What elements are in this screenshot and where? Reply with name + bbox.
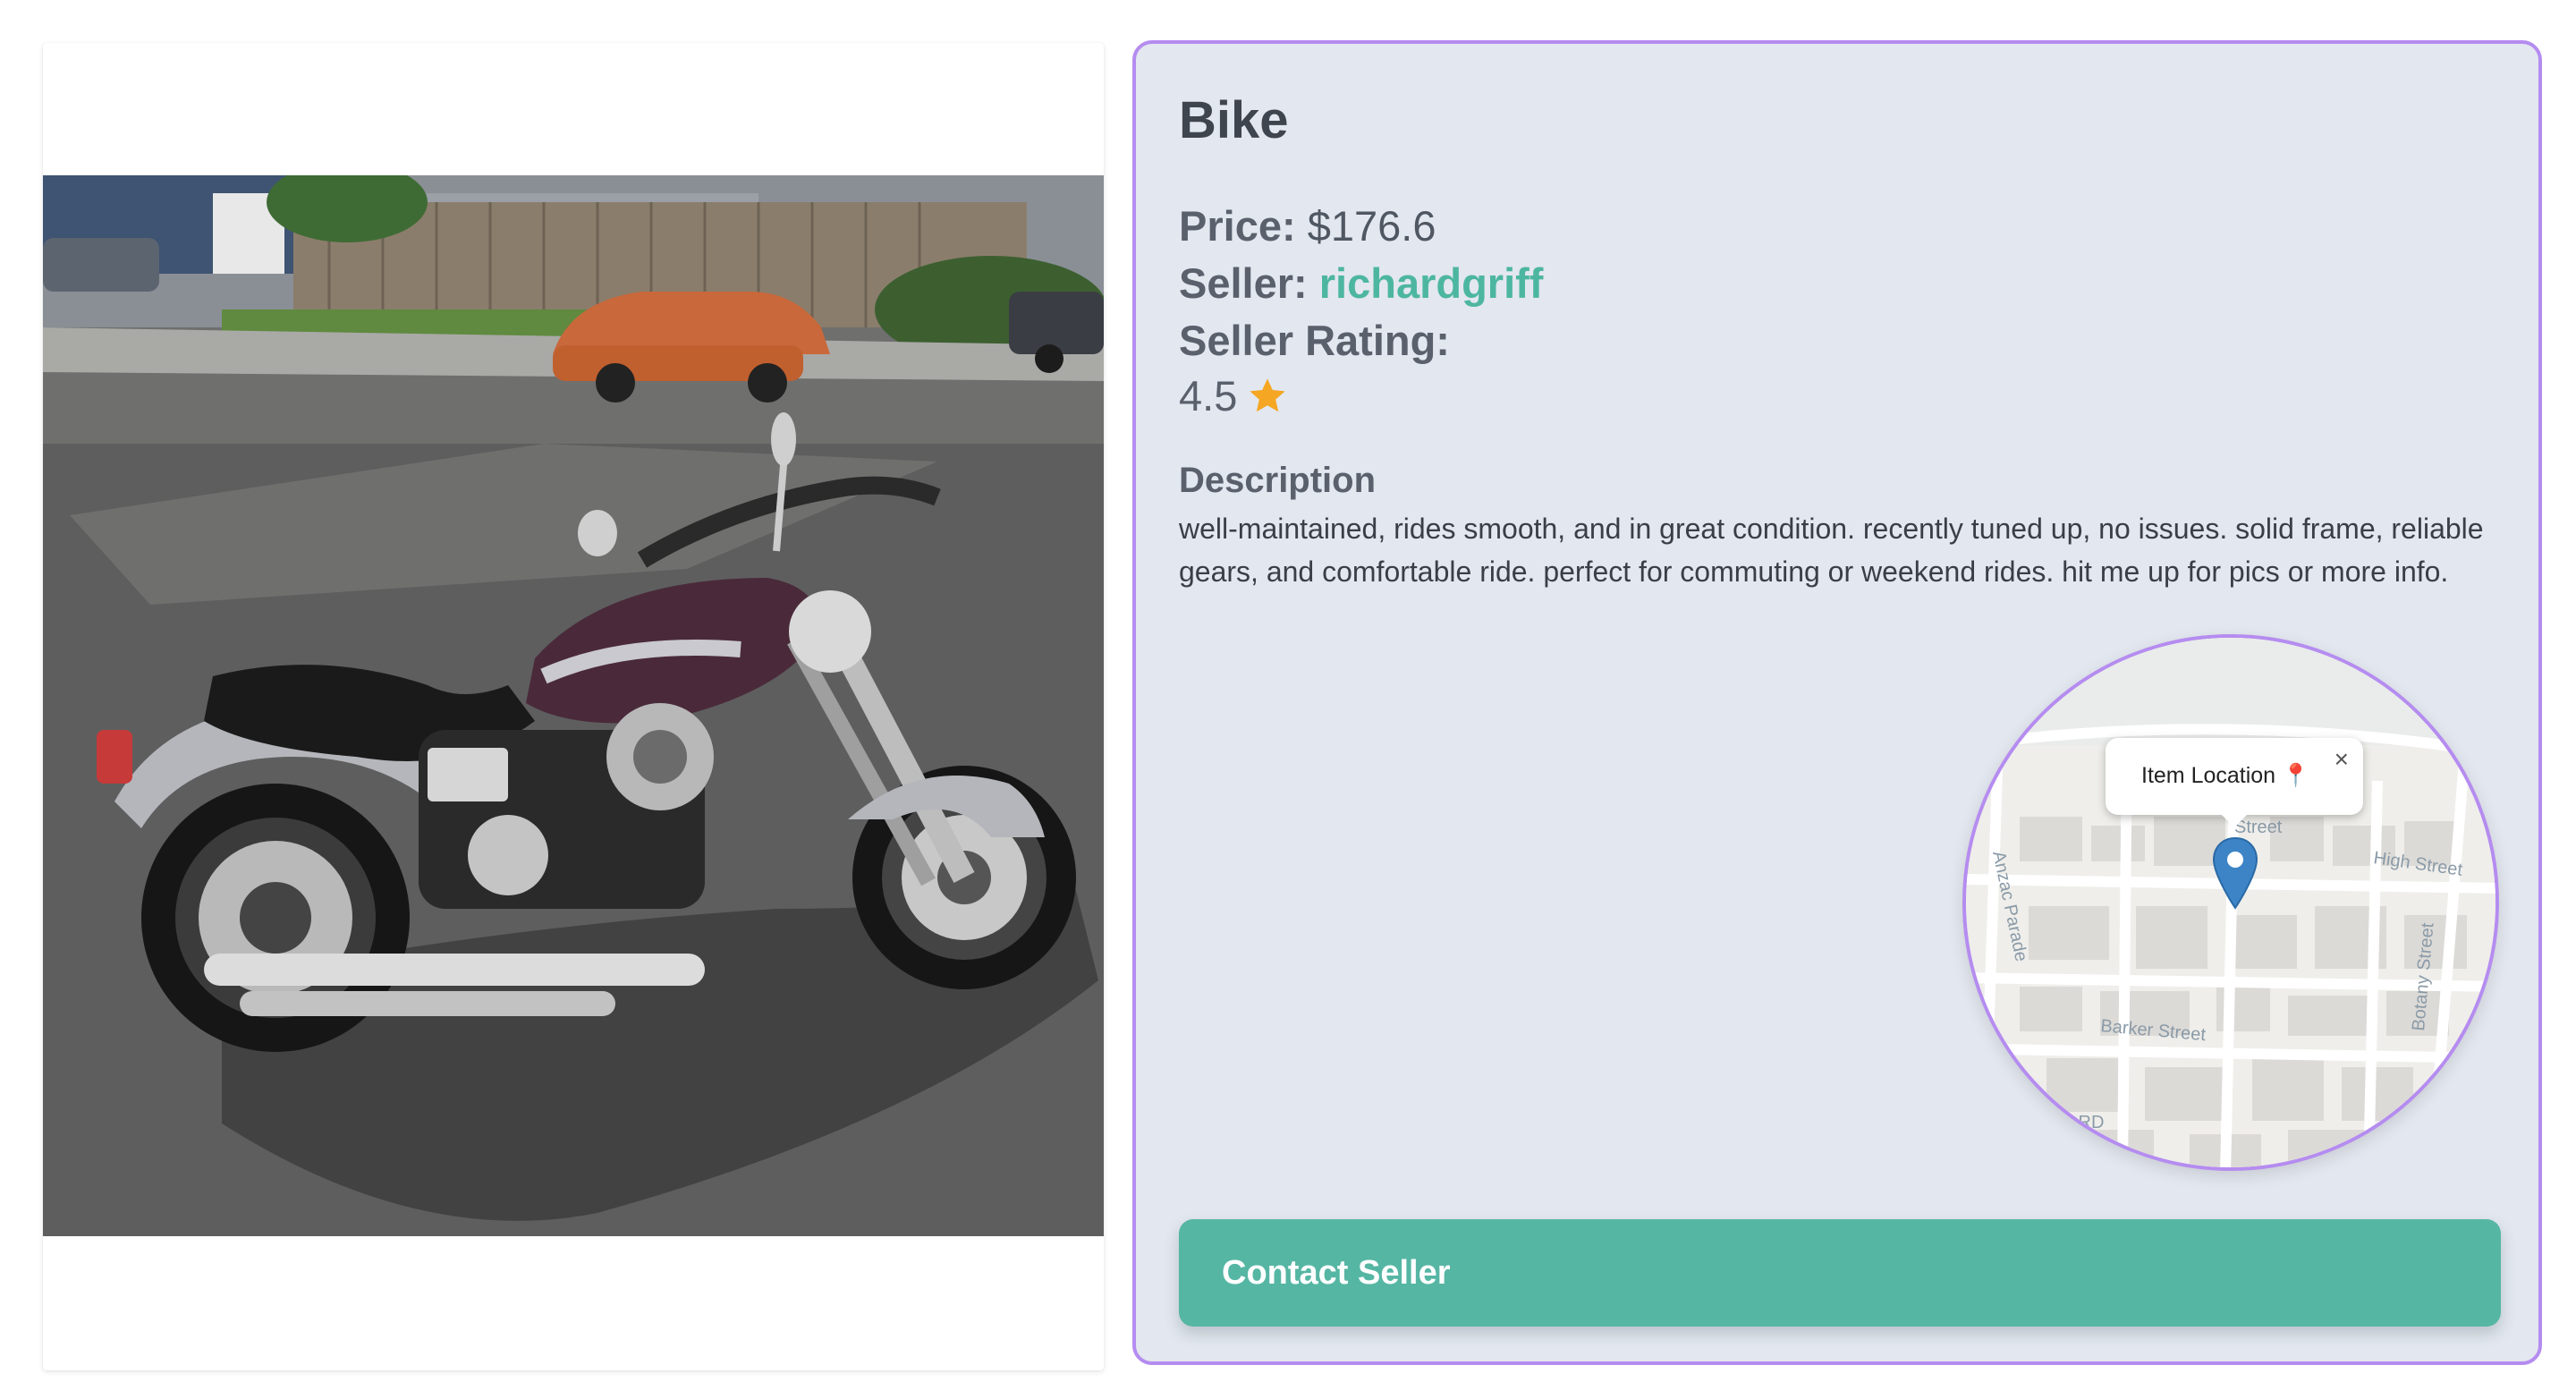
product-photo: [43, 175, 1104, 1236]
star-icon: [1246, 375, 1289, 418]
seller-name-link[interactable]: richardgriff: [1319, 259, 1544, 307]
map-pin-icon[interactable]: [2211, 836, 2259, 910]
contact-seller-button[interactable]: Contact Seller: [1179, 1219, 2501, 1327]
listing-title: Bike: [1179, 91, 1289, 149]
description-heading: Description: [1179, 461, 1377, 500]
price-label: Price:: [1179, 202, 1296, 250]
rating-value: 4.5: [1179, 372, 1238, 420]
location-map[interactable]: Street High Street Anzac Parade Botany S…: [1962, 634, 2499, 1171]
seller-rating: 4.5: [1179, 371, 1289, 420]
product-image-card: [43, 43, 1104, 1370]
map-popup-text: Item Location 📍: [2141, 763, 2310, 788]
close-icon[interactable]: ×: [2334, 747, 2349, 772]
map-popup: Item Location 📍 ×: [2106, 738, 2363, 827]
listing-page: Bike Price: $176.6 Seller: richardgriff …: [0, 0, 2576, 1399]
seller-line: Seller: richardgriff: [1179, 259, 1543, 308]
seller-label: Seller:: [1179, 259, 1308, 307]
map-label-ord: ORD: [2064, 1113, 2104, 1132]
description-text: well-maintained, rides smooth, and in gr…: [1179, 513, 2484, 588]
seller-rating-label: Seller Rating:: [1179, 317, 1450, 364]
listing-details-card: Bike Price: $176.6 Seller: richardgriff …: [1132, 40, 2542, 1365]
price-line: Price: $176.6: [1179, 201, 1436, 250]
price-value: $176.6: [1307, 202, 1436, 250]
